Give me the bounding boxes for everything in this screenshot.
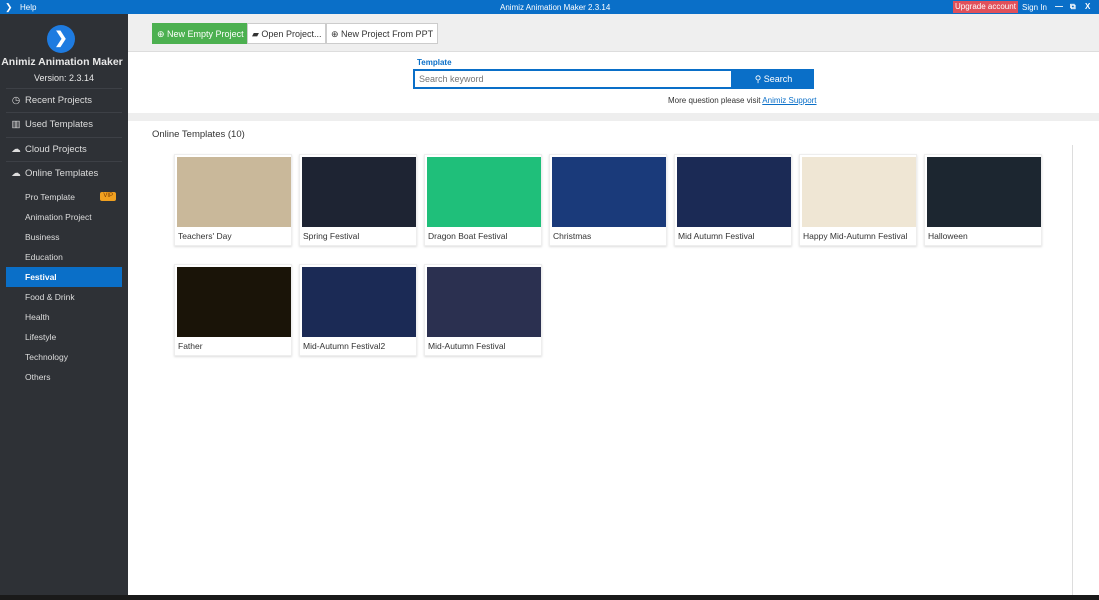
template-thumbnail[interactable] xyxy=(427,157,541,227)
restore-button[interactable]: ⧉ xyxy=(1070,2,1076,12)
search-icon: ⚲ xyxy=(754,74,764,84)
online-templates-title: Online Templates (10) xyxy=(152,129,245,140)
template-thumbnail[interactable] xyxy=(677,157,791,227)
help-menu[interactable]: Help xyxy=(20,3,36,12)
taskbar xyxy=(0,595,1099,600)
upgrade-account-button[interactable]: Upgrade account xyxy=(953,1,1018,13)
template-label: Christmas xyxy=(553,231,592,241)
sidebar-category-lifestyle[interactable]: Lifestyle xyxy=(6,327,122,347)
sign-in-link[interactable]: Sign In xyxy=(1022,3,1047,12)
divider xyxy=(128,113,1099,121)
template-thumbnail[interactable] xyxy=(302,267,416,337)
cloud-icon: ☁ xyxy=(11,168,21,179)
sidebar-item-used-templates[interactable]: ▥ Used Templates xyxy=(6,112,122,136)
template-label: Happy Mid-Autumn Festival xyxy=(803,231,908,241)
toolbar: ⊕ New Empty Project ▰ Open Project... ⊕ … xyxy=(128,14,1099,52)
search-area: Template ⚲ Search More question please v… xyxy=(128,52,1099,113)
sidebar-category-animation-project[interactable]: Animation Project xyxy=(6,207,122,227)
sidebar-item-recent-projects[interactable]: ◷ Recent Projects xyxy=(6,88,122,112)
template-card[interactable]: Father xyxy=(174,264,292,356)
scrollbar[interactable] xyxy=(1072,145,1073,595)
template-card[interactable]: Mid-Autumn Festival2 xyxy=(299,264,417,356)
app-name: Animiz Animation Maker xyxy=(1,56,123,68)
sidebar-category-education[interactable]: Education xyxy=(6,247,122,267)
template-label: Teachers' Day xyxy=(178,231,232,241)
template-thumbnail[interactable] xyxy=(302,157,416,227)
folder-icon: ▰ xyxy=(252,29,262,39)
template-card[interactable]: Happy Mid-Autumn Festival xyxy=(799,154,917,246)
cloud-icon: ☁ xyxy=(11,144,21,155)
sidebar-item-cloud-projects[interactable]: ☁ Cloud Projects xyxy=(6,137,122,161)
template-label: Mid-Autumn Festival2 xyxy=(303,341,386,351)
template-card[interactable]: Christmas xyxy=(549,154,667,246)
clock-icon: ◷ xyxy=(11,95,21,106)
template-thumbnail[interactable] xyxy=(927,157,1041,227)
sidebar-category-health[interactable]: Health xyxy=(6,307,122,327)
app-logo-icon: ❯ xyxy=(5,2,13,12)
template-card[interactable]: Spring Festival xyxy=(299,154,417,246)
template-thumbnail[interactable] xyxy=(802,157,916,227)
sidebar-category-technology[interactable]: Technology xyxy=(6,347,122,367)
template-label: Halloween xyxy=(928,231,968,241)
app-version: Version: 2.3.14 xyxy=(33,73,95,83)
template-thumbnail[interactable] xyxy=(177,267,291,337)
plus-circle-icon: ⊕ xyxy=(331,29,342,39)
new-project-from-ppt-button[interactable]: ⊕ New Project From PPT xyxy=(326,23,439,44)
app-logo-icon: ❯ xyxy=(47,25,75,53)
plus-circle-icon: ⊕ xyxy=(157,29,168,39)
template-search-label: Template xyxy=(417,58,452,67)
close-button[interactable]: X xyxy=(1085,2,1090,11)
search-input[interactable] xyxy=(413,69,733,89)
template-card[interactable]: Teachers' Day xyxy=(174,154,292,246)
sidebar-category-others[interactable]: Others xyxy=(6,367,122,387)
support-text: More question please visit Animiz Suppor… xyxy=(668,96,817,105)
template-card[interactable]: Dragon Boat Festival xyxy=(424,154,542,246)
template-label: Spring Festival xyxy=(303,231,360,241)
template-icon: ▥ xyxy=(11,119,21,130)
sidebar-category-festival[interactable]: Festival xyxy=(6,267,122,287)
title-bar: ❯ Help Animiz Animation Maker 2.3.14 Upg… xyxy=(0,0,1099,14)
animiz-support-link[interactable]: Animiz Support xyxy=(762,96,816,105)
sidebar-category-pro-template[interactable]: Pro Template VIP xyxy=(6,187,122,207)
template-card[interactable]: Halloween xyxy=(924,154,1042,246)
new-empty-project-button[interactable]: ⊕ New Empty Project xyxy=(152,23,249,44)
template-thumbnail[interactable] xyxy=(552,157,666,227)
template-label: Mid Autumn Festival xyxy=(678,231,755,241)
sidebar-category-business[interactable]: Business xyxy=(6,227,122,247)
sidebar-item-online-templates[interactable]: ☁ Online Templates xyxy=(6,161,122,185)
vip-badge: VIP xyxy=(100,192,116,201)
template-label: Dragon Boat Festival xyxy=(428,231,508,241)
sidebar: ❯ Animiz Animation Maker Version: 2.3.14… xyxy=(0,14,128,600)
template-card[interactable]: Mid Autumn Festival xyxy=(674,154,792,246)
template-card[interactable]: Mid-Autumn Festival xyxy=(424,264,542,356)
open-project-button[interactable]: ▰ Open Project... xyxy=(247,23,327,44)
sidebar-category-food-drink[interactable]: Food & Drink xyxy=(6,287,122,307)
template-thumbnail[interactable] xyxy=(427,267,541,337)
template-thumbnail[interactable] xyxy=(177,157,291,227)
template-label: Mid-Autumn Festival xyxy=(428,341,506,351)
minimize-button[interactable]: — xyxy=(1055,2,1063,11)
search-button[interactable]: ⚲ Search xyxy=(733,69,814,89)
window-title: Animiz Animation Maker 2.3.14 xyxy=(500,3,611,12)
template-label: Father xyxy=(178,341,203,351)
